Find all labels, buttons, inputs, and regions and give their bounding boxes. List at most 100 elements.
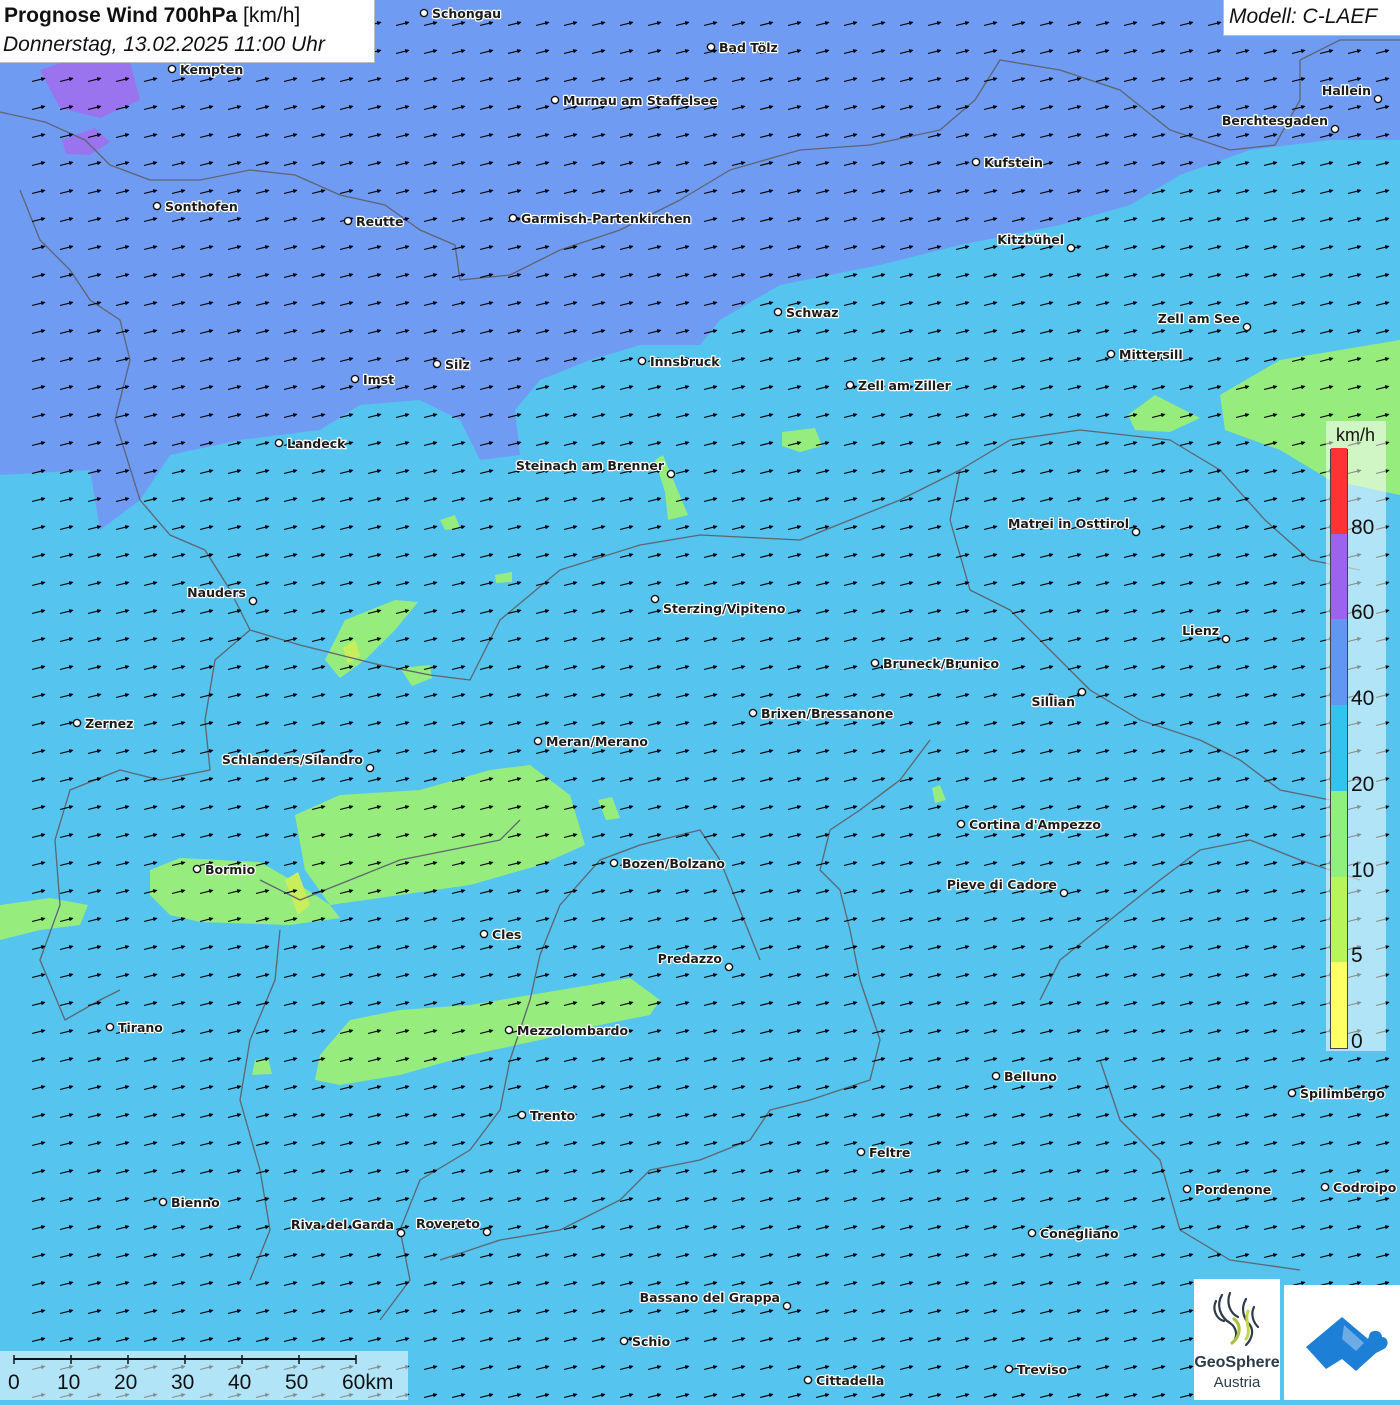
- city-dot: [609, 858, 619, 868]
- city-label: Matrei in Osttirol: [1008, 516, 1129, 531]
- city-dot: [870, 658, 880, 668]
- city-label: Riva del Garda: [291, 1217, 394, 1232]
- city-dot: [248, 596, 258, 606]
- city-label: Meran/Merano: [546, 734, 648, 749]
- city-dot: [517, 1110, 527, 1120]
- legend-color-bar: [1330, 448, 1348, 1049]
- city-label: Belluno: [1004, 1069, 1057, 1084]
- legend-swatch: [1331, 448, 1347, 534]
- city-dot: [419, 8, 429, 18]
- city-dot: [274, 438, 284, 448]
- city-label: Rovereto: [416, 1216, 480, 1231]
- legend-swatch: [1331, 618, 1347, 706]
- city-label: Sonthofen: [165, 199, 238, 214]
- city-label: Sterzing/Vipiteno: [663, 601, 786, 616]
- city-dot: [504, 1025, 514, 1035]
- city-dot: [650, 594, 660, 604]
- city-label: Imst: [363, 372, 394, 387]
- city-label: Kempten: [180, 62, 243, 77]
- city-marker[interactable]: Bruneck/Brunico: [870, 655, 1001, 672]
- city-label: Pordenone: [1195, 1182, 1271, 1197]
- city-marker[interactable]: Pordenone: [1182, 1181, 1272, 1198]
- legend-tick-label: 60: [1351, 601, 1375, 625]
- city-marker[interactable]: Conegliano: [1027, 1225, 1120, 1242]
- city-label: Trento: [530, 1108, 576, 1123]
- city-dot: [856, 1147, 866, 1157]
- partner-logo-icon: [1306, 1317, 1388, 1371]
- legend-unit: km/h: [1336, 425, 1376, 445]
- city-dot: [1182, 1184, 1192, 1194]
- city-dot: [637, 356, 647, 366]
- city-label: Kufstein: [984, 155, 1043, 170]
- city-marker[interactable]: Schongau: [419, 5, 502, 22]
- city-dot: [1077, 687, 1087, 697]
- city-label: Bormio: [205, 862, 256, 877]
- forecast-datetime: Donnerstag, 13.02.2025 11:00 Uhr: [3, 33, 325, 56]
- scale-label: 30: [171, 1371, 195, 1394]
- city-dot: [956, 819, 966, 829]
- city-label: Schlanders/Silandro: [222, 752, 364, 767]
- map-title: Prognose Wind 700hPa [km/h]: [4, 4, 300, 28]
- city-dot: [845, 380, 855, 390]
- city-dot: [1066, 243, 1076, 253]
- legend-swatch: [1331, 532, 1347, 620]
- geosphere-sub: Austria: [1213, 1374, 1261, 1391]
- city-dot: [1320, 1182, 1330, 1192]
- city-marker[interactable]: Zell am Ziller: [845, 377, 953, 394]
- city-label: Zernez: [85, 716, 133, 731]
- city-dot: [343, 216, 353, 226]
- city-marker[interactable]: Sonthofen: [152, 198, 239, 215]
- city-label: Bozen/Bolzano: [622, 856, 725, 871]
- color-legend: km/h 0 5 10 20 40 60 80: [1326, 421, 1386, 1053]
- city-dot: [365, 763, 375, 773]
- city-marker[interactable]: Kempten: [167, 61, 244, 78]
- title-product: Prognose Wind 700hPa: [4, 4, 238, 27]
- city-dot: [396, 1228, 406, 1238]
- city-marker[interactable]: Brixen/Bressanone: [748, 705, 895, 722]
- scale-label: 40: [228, 1371, 252, 1394]
- city-marker[interactable]: Codroipo: [1320, 1179, 1398, 1196]
- city-label: Sillian: [1032, 694, 1075, 709]
- city-marker[interactable]: Cortina d'Ampezzo: [956, 816, 1103, 833]
- city-marker[interactable]: Innsbruck: [637, 353, 722, 370]
- city-label: Bienno: [171, 1195, 220, 1210]
- city-dot: [158, 1197, 168, 1207]
- legend-tick-label: 0: [1351, 1030, 1363, 1053]
- city-label: Zell am See: [1158, 311, 1240, 326]
- city-dot: [1373, 94, 1383, 104]
- city-label: Feltre: [869, 1145, 910, 1160]
- city-marker[interactable]: Meran/Merano: [533, 733, 650, 750]
- city-dot: [803, 1375, 813, 1385]
- city-label: Lienz: [1182, 623, 1219, 638]
- city-dot: [1287, 1088, 1297, 1098]
- city-label: Schongau: [432, 6, 501, 21]
- scale-bar: 0 10 20 30 40 50 60km: [0, 1351, 408, 1400]
- city-marker[interactable]: Mezzolombardo: [504, 1022, 630, 1039]
- city-marker[interactable]: Spilimbergo: [1287, 1085, 1387, 1102]
- city-marker[interactable]: Murnau am Staffelsee: [550, 92, 719, 109]
- city-dot: [706, 42, 716, 52]
- city-label: Cittadella: [816, 1373, 884, 1388]
- city-dot: [1027, 1228, 1037, 1238]
- city-dot: [748, 708, 758, 718]
- scale-label: 10: [57, 1371, 81, 1394]
- city-label: Nauders: [187, 585, 246, 600]
- wind-map[interactable]: Schongau Bad Tölz Kempten Murnau am Staffel…: [0, 0, 1400, 1400]
- city-marker[interactable]: Bozen/Bolzano: [609, 855, 727, 872]
- scale-label: 50: [285, 1371, 309, 1394]
- city-dot: [479, 929, 489, 939]
- city-dot: [508, 213, 518, 223]
- city-label: Treviso: [1017, 1362, 1068, 1377]
- title-unit: [km/h]: [243, 4, 301, 27]
- city-marker[interactable]: Garmisch-Partenkirchen: [508, 210, 693, 227]
- city-dot: [619, 1336, 629, 1346]
- city-label: Bassano del Grappa: [640, 1290, 780, 1305]
- city-marker[interactable]: Cittadella: [803, 1372, 885, 1389]
- city-marker[interactable]: Mittersill: [1106, 346, 1184, 363]
- city-dot: [432, 359, 442, 369]
- city-dot: [724, 962, 734, 972]
- legend-swatch: [1331, 704, 1347, 791]
- city-label: Codroipo: [1333, 1180, 1397, 1195]
- city-label: Reutte: [356, 214, 403, 229]
- city-dot: [533, 736, 543, 746]
